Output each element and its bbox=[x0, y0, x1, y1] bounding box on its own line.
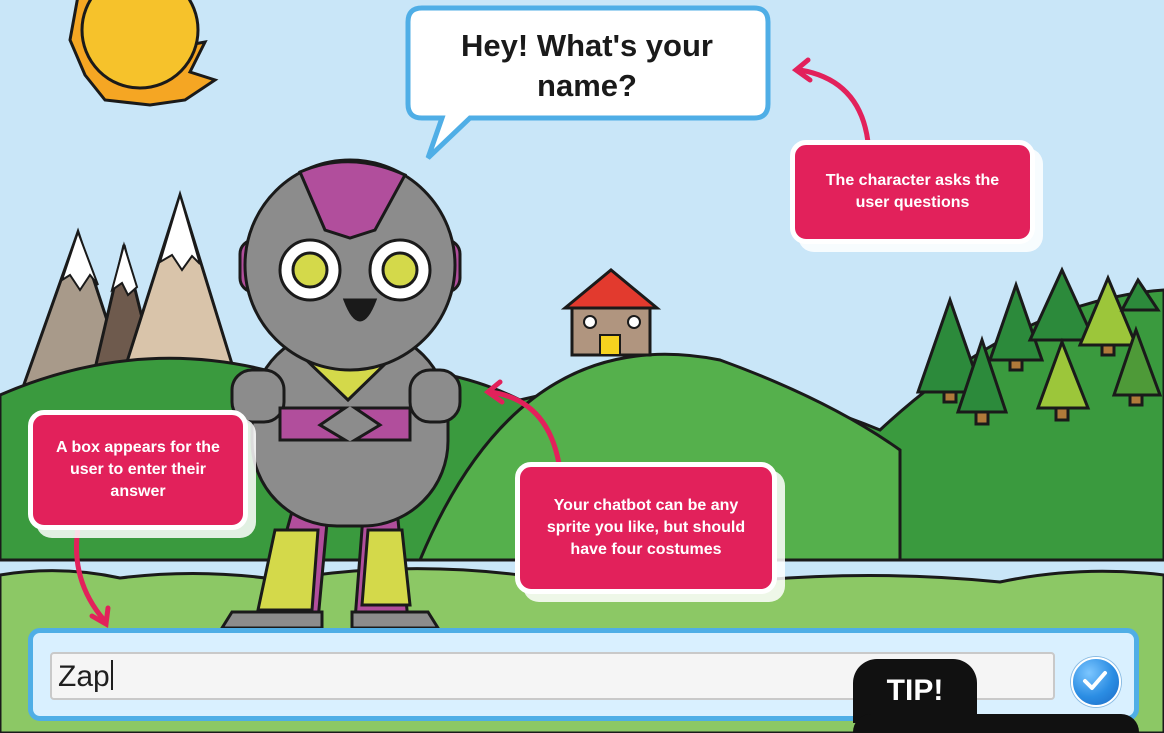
answer-value: Zap bbox=[58, 660, 110, 693]
scene-background bbox=[0, 0, 1164, 733]
callout-chatbot-sprite: Your chatbot can be any sprite you like,… bbox=[515, 462, 777, 594]
checkmark-icon bbox=[1083, 671, 1107, 690]
callout-character-asks: The character asks the user questions bbox=[790, 140, 1035, 244]
text-caret bbox=[110, 660, 113, 690]
tip-panel bbox=[853, 714, 1139, 733]
stage: Hey! What's your name? The character ask… bbox=[0, 0, 1164, 733]
callout-answer-box: A box appears for the user to enter thei… bbox=[28, 410, 248, 530]
submit-answer-button[interactable] bbox=[1071, 657, 1121, 707]
speech-bubble-text: Hey! What's your name? bbox=[461, 28, 713, 103]
